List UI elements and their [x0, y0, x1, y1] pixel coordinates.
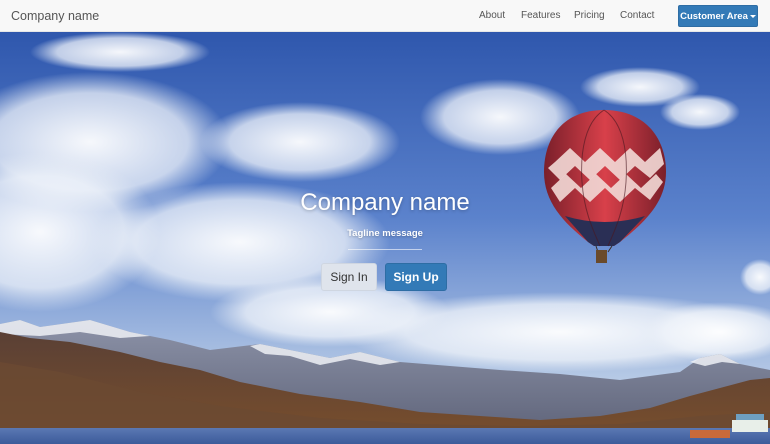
nav-link-features[interactable]: Features	[521, 10, 560, 21]
caret-down-icon	[749, 14, 756, 18]
sign-up-button[interactable]: Sign Up	[385, 263, 447, 291]
hero-divider	[348, 249, 422, 250]
nav-link-about[interactable]: About	[479, 10, 505, 21]
top-navbar: Company name About Features Pricing Cont…	[0, 0, 770, 32]
brand-link[interactable]: Company name	[11, 9, 99, 23]
hero-title: Company name	[300, 189, 470, 216]
customer-area-label: Customer Area	[680, 10, 748, 22]
nav-link-contact[interactable]: Contact	[620, 10, 654, 21]
hero-tagline: Tagline message	[347, 228, 423, 239]
hero-section: Company name Tagline message Sign In Sig…	[0, 32, 770, 444]
hero-content: Company name Tagline message Sign In Sig…	[0, 32, 770, 444]
nav-link-pricing[interactable]: Pricing	[574, 10, 605, 21]
customer-area-dropdown-button[interactable]: Customer Area	[678, 5, 758, 27]
sign-in-button[interactable]: Sign In	[321, 263, 377, 291]
